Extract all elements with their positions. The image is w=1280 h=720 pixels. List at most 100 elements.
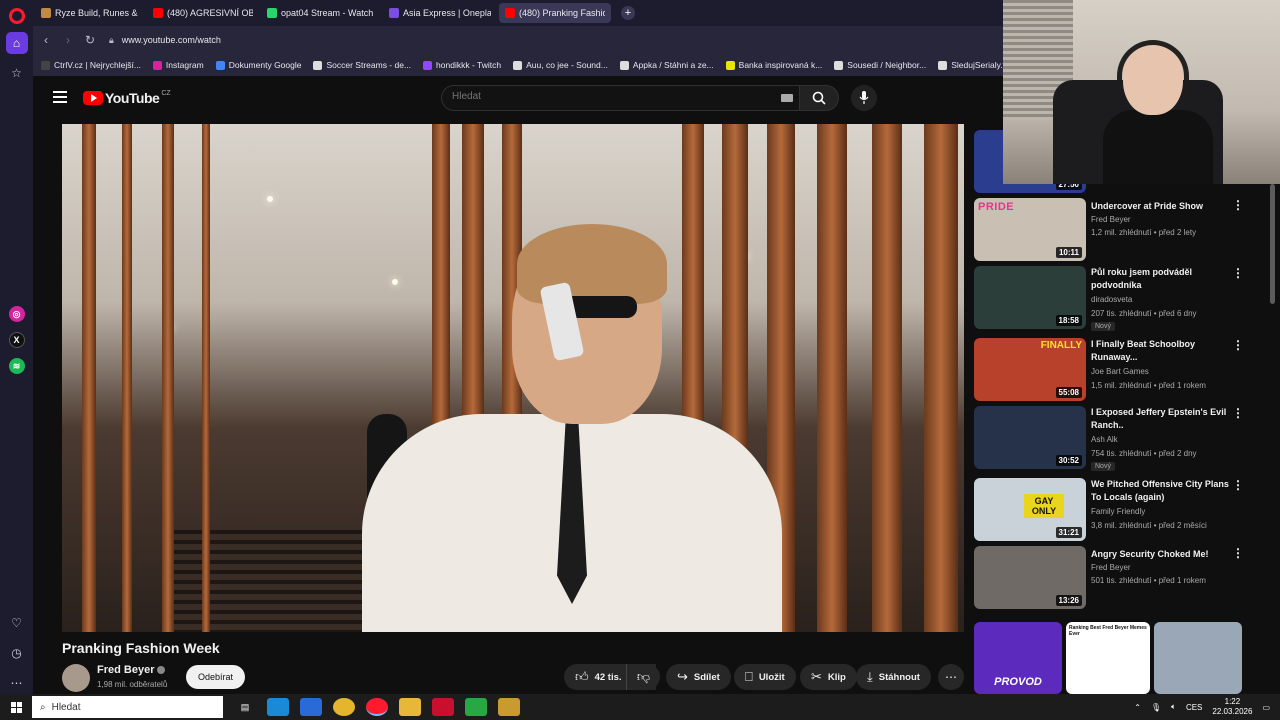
tab-4-active[interactable]: (480) Pranking Fashio: [499, 3, 611, 23]
recommendation-item[interactable]: 13:26 Angry Security Choked Me! Fred Bey…: [974, 546, 1254, 610]
bookmark-8[interactable]: Sousedi / Neighbor...: [834, 60, 926, 70]
more-actions-button[interactable]: ⋯: [938, 664, 964, 690]
url-field[interactable]: www.youtube.com/watch: [122, 35, 221, 45]
recommendation-thumbnail[interactable]: PRIDE 10:11: [974, 198, 1086, 261]
store-icon[interactable]: [300, 698, 322, 716]
recommendation-item[interactable]: 30:52 I Exposed Jeffery Epstein's Evil R…: [974, 406, 1254, 471]
channel-name[interactable]: Fred Beyer: [97, 664, 166, 676]
menu-icon[interactable]: [53, 91, 67, 103]
language-indicator[interactable]: CES: [1186, 703, 1202, 712]
recommendation-channel[interactable]: Joe Bart Games: [1091, 367, 1149, 376]
short-thumbnail[interactable]: PROVOD: [974, 622, 1062, 694]
recommendation-channel[interactable]: Ash Alk: [1091, 435, 1118, 444]
taskbar-search[interactable]: ⌕ Hledat: [32, 696, 223, 718]
reload-icon[interactable]: ↻: [79, 33, 101, 47]
pin-icon[interactable]: ☆: [6, 62, 28, 84]
volume-icon[interactable]: 🔈︎: [1171, 702, 1176, 712]
recommendation-channel[interactable]: Fred Beyer: [1091, 563, 1131, 572]
task-view-icon[interactable]: ▤: [234, 698, 256, 716]
more-vert-icon[interactable]: ⋮: [1232, 546, 1244, 560]
bookmark-7[interactable]: Banka inspirovaná k...: [725, 60, 822, 70]
clock[interactable]: 1:22 22.03.2026: [1212, 697, 1252, 717]
tab-2[interactable]: opat04 Stream - Watch Li: [261, 3, 381, 23]
chevron-up-icon[interactable]: ⌃: [1134, 703, 1141, 712]
bookmark-icon: [423, 60, 433, 70]
recommendation-thumbnail[interactable]: FINALLY 55:08: [974, 338, 1086, 401]
recommendation-title[interactable]: Půl roku jsem podváděl podvodníka: [1091, 266, 1231, 292]
back-icon[interactable]: ‹: [35, 33, 57, 47]
recommendation-thumbnail[interactable]: 18:58: [974, 266, 1086, 329]
heart-icon[interactable]: ♡: [6, 612, 28, 634]
short-thumbnail[interactable]: [1154, 622, 1242, 694]
recommendation-title[interactable]: I Exposed Jeffery Epstein's Evil Ranch..: [1091, 406, 1231, 432]
lock-icon: 🔒︎: [109, 34, 114, 45]
more-icon[interactable]: ⋯: [6, 672, 28, 694]
share-button[interactable]: ↪ Sdílet: [666, 664, 731, 690]
tab-0[interactable]: Ryze Build, Runes & Coun: [35, 3, 145, 23]
bookmark-0[interactable]: CtrlV.cz | Nejrychlejší...: [41, 60, 141, 70]
more-vert-icon[interactable]: ⋮: [1232, 266, 1244, 280]
dislike-button[interactable]: 👎︎: [626, 664, 660, 690]
more-vert-icon[interactable]: ⋮: [1232, 406, 1244, 420]
recommendation-title[interactable]: Angry Security Choked Me!: [1091, 548, 1231, 561]
bookmark-4[interactable]: hondikkk - Twitch: [423, 60, 501, 70]
recommendation-item[interactable]: GAY ONLY 31:21 We Pitched Offensive City …: [974, 478, 1254, 542]
opera-logo-icon[interactable]: [8, 8, 25, 24]
recommendation-channel[interactable]: Fred Beyer: [1091, 215, 1131, 224]
voice-search-button[interactable]: [851, 85, 877, 111]
tab-3[interactable]: Asia Express | Oneplay: [383, 3, 497, 23]
video-frame-detail: [872, 124, 902, 632]
search-input[interactable]: [452, 91, 752, 102]
opera-icon[interactable]: [366, 698, 388, 716]
save-button[interactable]: ⎕ Uložit: [734, 664, 796, 690]
bookmark-5[interactable]: Auu, co jee - Sound...: [513, 60, 608, 70]
tab-1[interactable]: (480) AGRESIVNÍ OBSLUH: [147, 3, 259, 23]
microphone-icon[interactable]: 🎙︎: [1151, 703, 1161, 712]
spotify-icon[interactable]: ≋: [8, 358, 25, 374]
search-button[interactable]: [799, 85, 839, 111]
recommendation-title[interactable]: We Pitched Offensive City Plans To Local…: [1091, 478, 1231, 504]
keyboard-icon[interactable]: [781, 94, 793, 102]
scrollbar[interactable]: [1270, 184, 1275, 304]
app-icon[interactable]: [498, 698, 520, 716]
youtube-logo[interactable]: YouTube CZ: [83, 90, 171, 106]
history-icon[interactable]: ◷: [6, 642, 28, 664]
bookmark-9[interactable]: SledujSerialy.to: Prů...: [938, 60, 1003, 70]
more-vert-icon[interactable]: ⋮: [1232, 198, 1244, 212]
bookmark-2[interactable]: Dokumenty Google: [215, 60, 301, 70]
search-icon: ⌕: [40, 701, 46, 713]
bookmark-6[interactable]: Appka / Stáhni a ze...: [619, 60, 714, 70]
windows-start-icon[interactable]: [0, 701, 32, 713]
recommendation-channel[interactable]: Family Friendly: [1091, 507, 1145, 516]
x-icon[interactable]: X: [8, 332, 25, 348]
app-icon[interactable]: [432, 698, 454, 716]
recommendation-thumbnail[interactable]: 30:52: [974, 406, 1086, 469]
recommendation-item[interactable]: FINALLY 55:08 I Finally Beat Schoolboy Ru…: [974, 338, 1254, 402]
recommendation-title[interactable]: I Finally Beat Schoolboy Runaway...: [1091, 338, 1231, 364]
short-thumbnail[interactable]: Ranking Best Fred Beyer Memes Ever: [1066, 622, 1150, 694]
bookmark-3[interactable]: Soccer Streams - de...: [313, 60, 411, 70]
recommendation-item[interactable]: PRIDE 10:11 Undercover at Pride Show Fred…: [974, 198, 1254, 262]
bookmark-1[interactable]: Instagram: [152, 60, 204, 70]
clip-button[interactable]: ✂ Klip: [800, 664, 857, 690]
home-icon[interactable]: ⌂: [5, 32, 28, 54]
notification-icon[interactable]: ▭: [1262, 703, 1270, 712]
recommendation-thumbnail[interactable]: 13:26: [974, 546, 1086, 609]
edge-icon[interactable]: [267, 698, 289, 716]
more-vert-icon[interactable]: ⋮: [1232, 338, 1244, 352]
recommendation-title[interactable]: Undercover at Pride Show: [1091, 200, 1231, 213]
subscribe-button[interactable]: Odebírat: [186, 665, 246, 689]
forward-icon[interactable]: ›: [57, 33, 79, 47]
recommendation-thumbnail[interactable]: GAY ONLY 31:21: [974, 478, 1086, 541]
instagram-icon[interactable]: ◎: [8, 306, 25, 322]
recommendation-item[interactable]: 18:58 Půl roku jsem podváděl podvodníka …: [974, 266, 1254, 331]
download-button[interactable]: ⤓ Stáhnout: [856, 664, 931, 690]
video-player[interactable]: [62, 124, 964, 632]
new-tab-button[interactable]: +: [621, 6, 635, 20]
more-vert-icon[interactable]: ⋮: [1232, 478, 1244, 492]
chrome-icon[interactable]: [333, 698, 355, 716]
recommendation-channel[interactable]: diradosveta: [1091, 295, 1132, 304]
channel-avatar[interactable]: [62, 664, 90, 692]
file-explorer-icon[interactable]: [399, 698, 421, 716]
app-icon[interactable]: [465, 698, 487, 716]
